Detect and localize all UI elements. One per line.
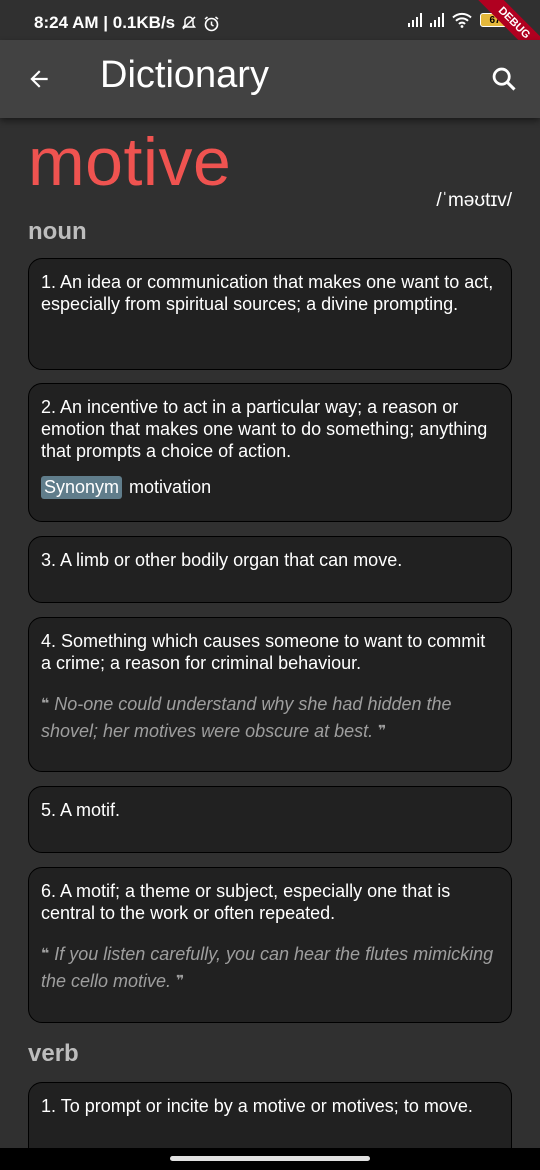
back-button[interactable]	[22, 62, 56, 96]
quote-open-icon: ❝	[41, 695, 50, 711]
signal-icon	[430, 13, 444, 27]
app-bar: Dictionary	[0, 40, 540, 118]
synonym-chip[interactable]: Synonym	[41, 476, 123, 499]
signal-icon	[408, 13, 422, 27]
usage-example: ❝ No-one could understand why she had hi…	[41, 690, 499, 744]
part-of-speech-noun: noun	[28, 218, 87, 245]
home-gesture-handle[interactable]	[170, 1156, 370, 1161]
status-time-speed: 8:24 AM | 0.1KB/s	[34, 13, 176, 32]
definition-text: 4. Something which causes someone to wan…	[41, 631, 486, 673]
definition-text: 1. An idea or communication that makes o…	[41, 272, 494, 314]
definition-card: 1. An idea or communication that makes o…	[28, 258, 512, 370]
definition-text: 3. A limb or other bodily organ that can…	[41, 550, 403, 570]
status-bar: 8:24 AM | 0.1KB/s 67 DEBUG	[0, 0, 540, 72]
usage-example: ❝ If you listen carefully, you can hear …	[41, 940, 499, 994]
quote-open-icon: ❝	[41, 945, 50, 961]
example-text: If you listen carefully, you can hear th…	[41, 944, 494, 991]
status-left: 8:24 AM | 0.1KB/s	[34, 13, 220, 33]
example-text: No-one could understand why she had hidd…	[41, 694, 452, 741]
headword: motive	[28, 124, 232, 200]
quote-close-icon: ❞	[378, 722, 387, 738]
phonetic: /ˈməʊtɪv/	[436, 190, 512, 211]
definition-card: 5. A motif.	[28, 786, 512, 853]
definition-card: 2. An incentive to act in a particular w…	[28, 383, 512, 522]
definition-card: 3. A limb or other bodily organ that can…	[28, 536, 512, 603]
definition-text: 5. A motif.	[41, 800, 121, 820]
arrow-back-icon	[30, 70, 48, 88]
definition-text: 2. An incentive to act in a particular w…	[41, 397, 488, 461]
definition-text: 6. A motif; a theme or subject, especial…	[41, 881, 451, 923]
alarm-icon	[204, 15, 219, 31]
page-title: Dictionary	[100, 54, 269, 96]
wifi-icon	[452, 12, 472, 28]
search-button[interactable]	[486, 61, 522, 97]
synonym-word[interactable]: motivation	[129, 477, 211, 498]
quote-close-icon: ❞	[176, 972, 185, 988]
synonym-row: Synonym motivation	[41, 476, 499, 499]
notifications-off-icon	[182, 16, 197, 30]
search-icon	[492, 67, 516, 91]
definition-text: 1. To prompt or incite by a motive or mo…	[41, 1096, 473, 1116]
system-nav-bar	[0, 1148, 540, 1170]
definition-card: 6. A motif; a theme or subject, especial…	[28, 867, 512, 1023]
part-of-speech-verb: verb	[28, 1040, 79, 1067]
definition-content[interactable]: motive /ˈməʊtɪv/ noun 1. An idea or comm…	[0, 118, 540, 1148]
definition-card: 4. Something which causes someone to wan…	[28, 617, 512, 772]
definition-card: 1. To prompt or incite by a motive or mo…	[28, 1082, 512, 1148]
